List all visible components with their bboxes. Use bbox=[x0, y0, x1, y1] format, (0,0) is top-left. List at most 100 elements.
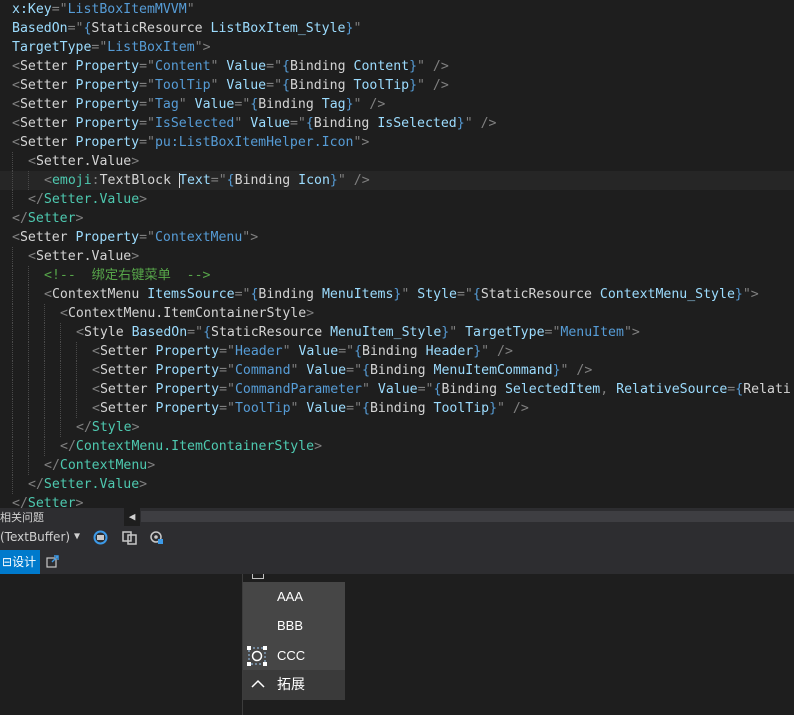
tab-design[interactable]: ⊟设计 bbox=[0, 550, 40, 574]
code-token: " bbox=[353, 21, 362, 36]
code-token: } bbox=[552, 363, 561, 378]
code-text: <ContextMenu ItemsSource="{Binding MenuI… bbox=[44, 285, 759, 304]
code-token: " bbox=[234, 116, 251, 131]
code-token: Style bbox=[83, 325, 132, 340]
indent-guide bbox=[60, 380, 61, 399]
code-text: <Setter Property="CommandParameter" Valu… bbox=[92, 380, 791, 399]
code-token: Content bbox=[154, 59, 211, 74]
indent-guide bbox=[12, 171, 13, 190]
code-token: </ bbox=[28, 477, 44, 492]
code-token: </ bbox=[44, 458, 60, 473]
code-token: < bbox=[28, 249, 36, 264]
code-token: ContextMenu bbox=[51, 287, 148, 302]
code-line[interactable]: <emoji:TextBlock Text="{Binding Icon}" /… bbox=[0, 171, 794, 190]
code-token: Property bbox=[75, 78, 140, 93]
indent-guide bbox=[12, 399, 13, 418]
xaml-code-editor[interactable]: x:Key="ListBoxItemMVVM" BasedOn="{StaticR… bbox=[0, 0, 794, 511]
code-token: { bbox=[282, 78, 290, 93]
code-token: } bbox=[489, 401, 498, 416]
scope-selector[interactable]: (TextBuffer) bbox=[0, 530, 70, 544]
indent-guide bbox=[12, 342, 13, 361]
menu-item[interactable]: AAA bbox=[243, 582, 345, 611]
dropdown-arrow-icon[interactable]: ▼ bbox=[74, 531, 80, 542]
code-token: Value bbox=[226, 78, 267, 93]
code-token: TextBlock bbox=[99, 173, 180, 188]
code-token: =" bbox=[219, 382, 235, 397]
code-token: > bbox=[314, 439, 323, 454]
selection-marker-icon bbox=[247, 646, 267, 666]
code-token: Binding bbox=[369, 363, 434, 378]
code-token: Property bbox=[155, 344, 220, 359]
indent-guide bbox=[44, 342, 45, 361]
editor-horizontal-scrollbar[interactable]: 相关问题 ◀ bbox=[0, 508, 794, 526]
code-token: Setter.Value bbox=[35, 154, 132, 169]
code-token: " bbox=[362, 382, 378, 397]
code-token: Setter bbox=[19, 97, 76, 112]
code-token: IsSelected bbox=[377, 116, 457, 131]
code-token: < bbox=[92, 363, 100, 378]
indent-guide bbox=[44, 380, 45, 399]
sync-refresh-icon[interactable] bbox=[92, 529, 109, 546]
code-token: Setter.Value bbox=[35, 249, 132, 264]
code-token: { bbox=[226, 173, 235, 188]
code-token: RelativeSource bbox=[616, 382, 728, 397]
menu-item[interactable]: CCC bbox=[243, 641, 345, 670]
indent-guide bbox=[44, 361, 45, 380]
design-surface[interactable] bbox=[0, 574, 794, 715]
code-token: > bbox=[75, 211, 84, 226]
code-token: Relati bbox=[743, 382, 791, 397]
code-token: Setter bbox=[19, 230, 76, 245]
menu-item[interactable]: BBB bbox=[243, 611, 345, 640]
element-options-icon[interactable] bbox=[148, 529, 165, 546]
resize-handle[interactable] bbox=[252, 574, 264, 579]
code-token: CommandParameter bbox=[234, 382, 362, 397]
code-token: "> bbox=[194, 40, 211, 55]
code-text: <Setter Property="ContextMenu"> bbox=[12, 228, 258, 247]
indent-guide bbox=[76, 342, 77, 361]
code-token: > bbox=[139, 477, 148, 492]
code-token: } bbox=[345, 97, 354, 112]
indent-guide bbox=[12, 323, 13, 342]
code-token: =" bbox=[139, 78, 155, 93]
code-token: "> bbox=[623, 325, 640, 340]
code-token: Property bbox=[75, 116, 140, 131]
scrollbar-thumb[interactable] bbox=[141, 511, 794, 522]
scroll-left-icon[interactable]: ◀ bbox=[124, 508, 140, 526]
code-token: Setter bbox=[99, 401, 156, 416]
code-token: ContextMenu bbox=[59, 458, 148, 473]
code-text: <Setter Property="Tag" Value="{Binding T… bbox=[12, 95, 385, 114]
code-text: </Setter.Value> bbox=[28, 190, 147, 209]
code-token: pu:ListBoxItemHelper.Icon bbox=[154, 135, 354, 150]
design-icon: ⊟ bbox=[2, 555, 13, 569]
code-token: < bbox=[92, 401, 100, 416]
code-token: < bbox=[12, 78, 20, 93]
indent-guide bbox=[12, 190, 13, 209]
expand-menu-item[interactable]: 拓展 bbox=[243, 670, 345, 700]
code-token: " /> bbox=[464, 116, 497, 131]
code-token: Setter bbox=[19, 116, 76, 131]
code-token: Style bbox=[91, 420, 132, 435]
code-token: " /> bbox=[497, 401, 529, 416]
code-token: ToolTip bbox=[234, 401, 291, 416]
indent-guide bbox=[28, 266, 29, 285]
code-token: Binding bbox=[313, 116, 378, 131]
copy-settings-icon[interactable] bbox=[121, 529, 138, 546]
code-token: =" bbox=[346, 363, 363, 378]
code-token: ListBoxItem bbox=[107, 40, 195, 55]
code-token: Value bbox=[306, 401, 347, 416]
indent-guide bbox=[60, 323, 61, 342]
code-token: " /> bbox=[481, 344, 513, 359]
code-token: Property bbox=[75, 135, 140, 150]
code-text: TargetType="ListBoxItem"> bbox=[12, 38, 211, 57]
indent-guide bbox=[12, 361, 13, 380]
code-token: Property bbox=[75, 230, 140, 245]
indent-guide bbox=[60, 399, 61, 418]
indent-guide bbox=[60, 418, 61, 437]
code-token: ContextMenu bbox=[154, 230, 243, 245]
code-token: =" bbox=[139, 59, 155, 74]
indent-guide bbox=[12, 456, 13, 475]
code-token: =" bbox=[234, 287, 251, 302]
popout-icon[interactable] bbox=[46, 555, 59, 568]
code-token: Tag bbox=[154, 97, 179, 112]
indent-guide bbox=[12, 247, 13, 266]
